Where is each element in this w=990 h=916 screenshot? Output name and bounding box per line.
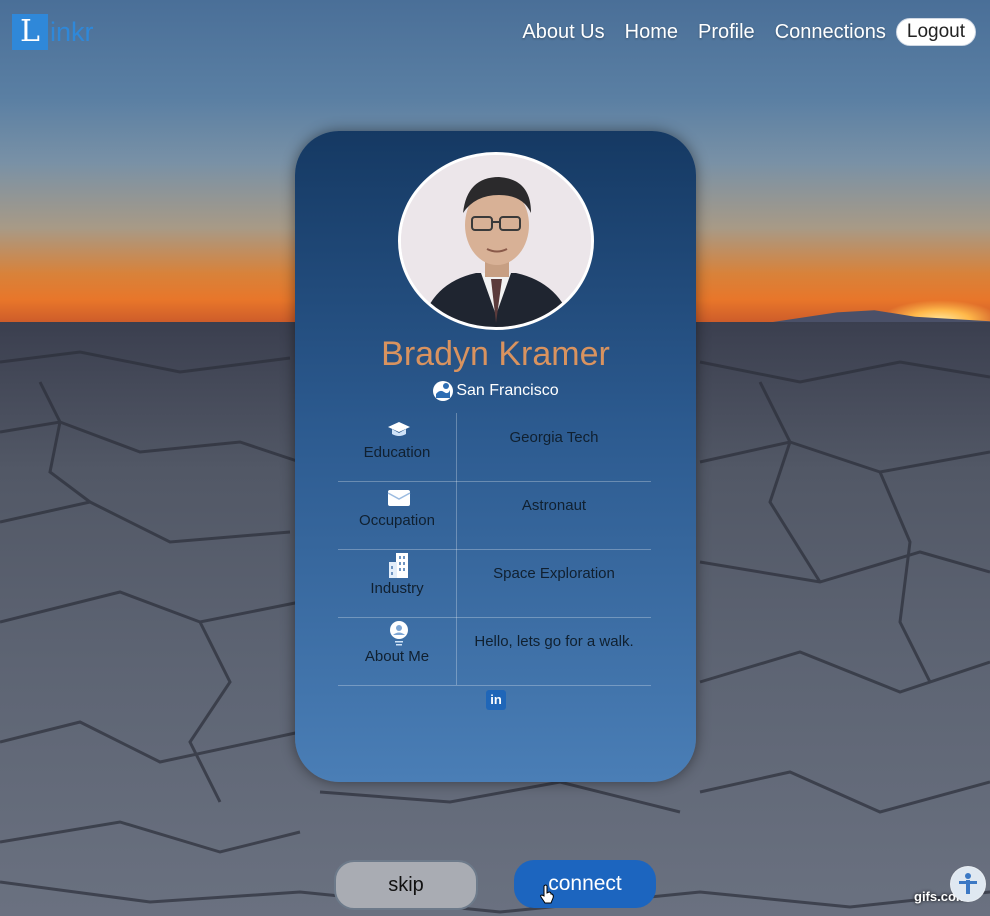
connect-button[interactable]: connect [514, 860, 656, 908]
profile-avatar [398, 152, 594, 330]
building-icon [389, 553, 408, 578]
info-row-about-me: About Me Hello, lets go for a walk. [338, 617, 651, 686]
info-row-left: Education [338, 413, 457, 481]
globe-pin-icon [433, 381, 454, 401]
info-row-industry: Industry Space Exploration [338, 549, 651, 618]
nav-connections[interactable]: Connections [775, 21, 886, 44]
logout-button[interactable]: Logout [895, 18, 976, 46]
info-value-industry: Space Exploration [493, 565, 615, 582]
info-label-industry: Industry [370, 580, 424, 597]
skip-button[interactable]: skip [334, 860, 478, 910]
info-row-left: Industry [338, 549, 457, 617]
envelope-icon [387, 490, 411, 506]
info-label-education: Education [363, 444, 431, 461]
info-row-education: Education Georgia Tech [338, 413, 651, 482]
nav-links: About Us Home Profile Connections Logout [502, 18, 976, 46]
info-value-occupation: Astronaut [521, 497, 587, 514]
profile-name: Bradyn Kramer [381, 335, 610, 373]
hand-cursor-icon [540, 884, 554, 904]
profile-location: San Francisco [295, 380, 696, 402]
info-label-occupation: Occupation [359, 512, 435, 529]
nav-about-us[interactable]: About Us [522, 21, 604, 44]
accessibility-icon[interactable] [950, 866, 986, 902]
logo-letter: L [12, 14, 48, 50]
info-label-about-me: About Me [364, 648, 430, 665]
info-row-occupation: Occupation Astronaut [338, 481, 651, 550]
info-row-left: Occupation [338, 481, 457, 549]
linkr-logo[interactable]: L inkr [12, 14, 94, 50]
nav-home[interactable]: Home [625, 21, 678, 44]
top-nav: L inkr About Us Home Profile Connections… [0, 0, 990, 64]
logo-text: inkr [50, 16, 94, 47]
person-badge-icon [390, 621, 408, 646]
info-value-about-me: Hello, lets go for a walk. [474, 633, 634, 650]
info-value-education: Georgia Tech [509, 429, 599, 446]
location-text: San Francisco [456, 382, 559, 399]
profile-card: Bradyn Kramer San Francisco Education Ge… [295, 131, 696, 782]
linkedin-icon[interactable]: in [486, 690, 506, 710]
graduation-cap-icon [388, 422, 410, 436]
info-row-left: About Me [338, 617, 457, 685]
nav-profile[interactable]: Profile [698, 21, 755, 44]
